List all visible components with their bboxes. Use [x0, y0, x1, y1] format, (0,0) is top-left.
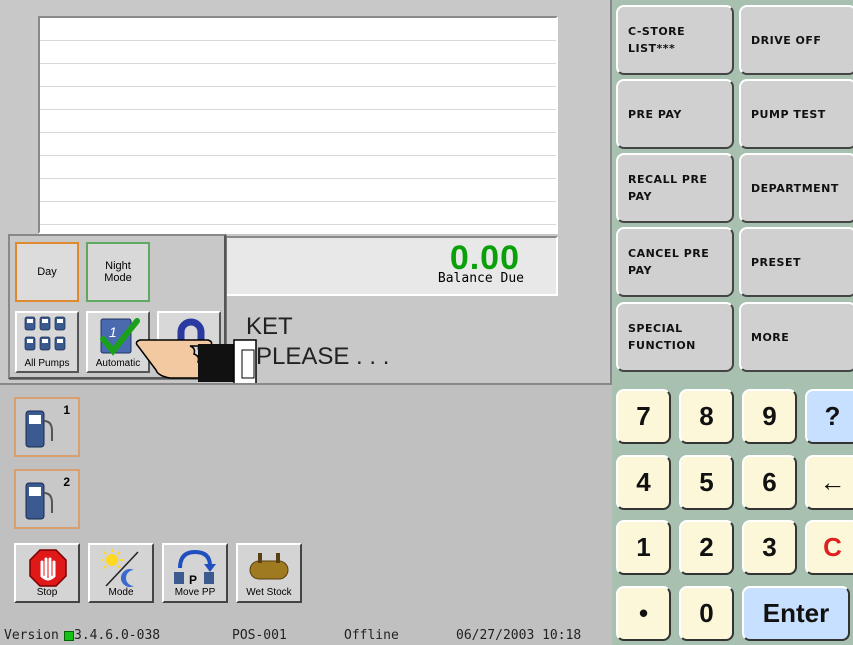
move-prepay-icon: P [174, 549, 216, 587]
pump-test-button[interactable]: PUMP TEST [739, 79, 853, 149]
move-pp-label: Move PP [174, 587, 216, 598]
pumps-grid-icon [24, 316, 66, 351]
clear-key[interactable]: C [805, 520, 853, 575]
key-6[interactable]: 6 [742, 455, 797, 510]
fuel-pump-icon [25, 482, 53, 520]
version-number: 3.4.6.0-038 [74, 628, 161, 643]
decimal-key[interactable]: • [616, 586, 671, 641]
function-panel: C-STORE LIST*** DRIVE OFF PRE PAY PUMP T… [612, 0, 853, 645]
recall-pre-pay-button[interactable]: RECALL PRE PAY [616, 153, 734, 223]
move-pp-button[interactable]: P Move PP [162, 543, 228, 603]
day-mode-button[interactable]: Day [15, 242, 79, 302]
key-0[interactable]: 0 [679, 586, 734, 641]
sun-moon-icon [101, 549, 139, 587]
svg-text:1: 1 [109, 324, 117, 340]
svg-text:P: P [189, 573, 197, 587]
pre-pay-button[interactable]: PRE PAY [616, 79, 734, 149]
connection-status: Offline [344, 628, 399, 643]
c-store-list-button[interactable]: C-STORE LIST*** [616, 5, 734, 75]
mode-button[interactable]: Mode [88, 543, 154, 603]
enter-key[interactable]: Enter [742, 586, 850, 641]
stop-hand-icon [29, 549, 67, 587]
all-pumps-button[interactable]: All Pumps [15, 311, 79, 373]
pump-area: 1 2 Stop Mode P Move PP Wet Stock [0, 383, 612, 628]
key-7[interactable]: 7 [616, 389, 671, 444]
key-1[interactable]: 1 [616, 520, 671, 575]
fuel-tank-icon [249, 553, 289, 580]
day-mode-label: Day [37, 266, 57, 278]
key-8[interactable]: 8 [679, 389, 734, 444]
key-4[interactable]: 4 [616, 455, 671, 510]
stop-label: Stop [36, 587, 58, 598]
key-3[interactable]: 3 [742, 520, 797, 575]
pump-number: 1 [63, 403, 70, 417]
help-key[interactable]: ? [805, 389, 853, 444]
key-2[interactable]: 2 [679, 520, 734, 575]
all-pumps-label: All Pumps [24, 358, 70, 369]
special-function-button[interactable]: SPECIAL FUNCTION [616, 302, 734, 372]
night-mode-button[interactable]: Night Mode [86, 242, 150, 302]
version-prefix: Version [4, 628, 59, 643]
department-button[interactable]: DEPARTMENT [739, 153, 853, 223]
night-mode-label: Night Mode [104, 260, 132, 284]
balance-panel: 0.00 Balance Due [220, 236, 558, 296]
balance-label: Balance Due [437, 271, 524, 286]
key-9[interactable]: 9 [742, 389, 797, 444]
backspace-key[interactable]: ← [805, 455, 853, 510]
key-5[interactable]: 5 [679, 455, 734, 510]
wet-stock-button[interactable]: Wet Stock [236, 543, 302, 603]
connection-indicator-icon [64, 631, 74, 641]
preset-button[interactable]: PRESET [739, 227, 853, 297]
terminal-id: POS-001 [232, 628, 287, 643]
more-button[interactable]: MORE [739, 302, 853, 372]
status-bar: Version 3.4.6.0-038 POS-001 Offline 06/2… [0, 628, 612, 645]
pump-number: 2 [63, 475, 70, 489]
date-time: 06/27/2003 10:18 [456, 628, 582, 643]
cancel-pre-pay-button[interactable]: CANCEL PRE PAY [616, 227, 734, 297]
mode-label: Mode [108, 587, 134, 598]
fuel-pump-icon [25, 410, 53, 448]
pump-1[interactable]: 1 [14, 397, 80, 457]
receipt-list[interactable] [38, 16, 558, 234]
pump-2[interactable]: 2 [14, 469, 80, 529]
drive-off-button[interactable]: DRIVE OFF [739, 5, 853, 75]
stop-button[interactable]: Stop [14, 543, 80, 603]
wet-stock-label: Wet Stock [246, 587, 292, 598]
